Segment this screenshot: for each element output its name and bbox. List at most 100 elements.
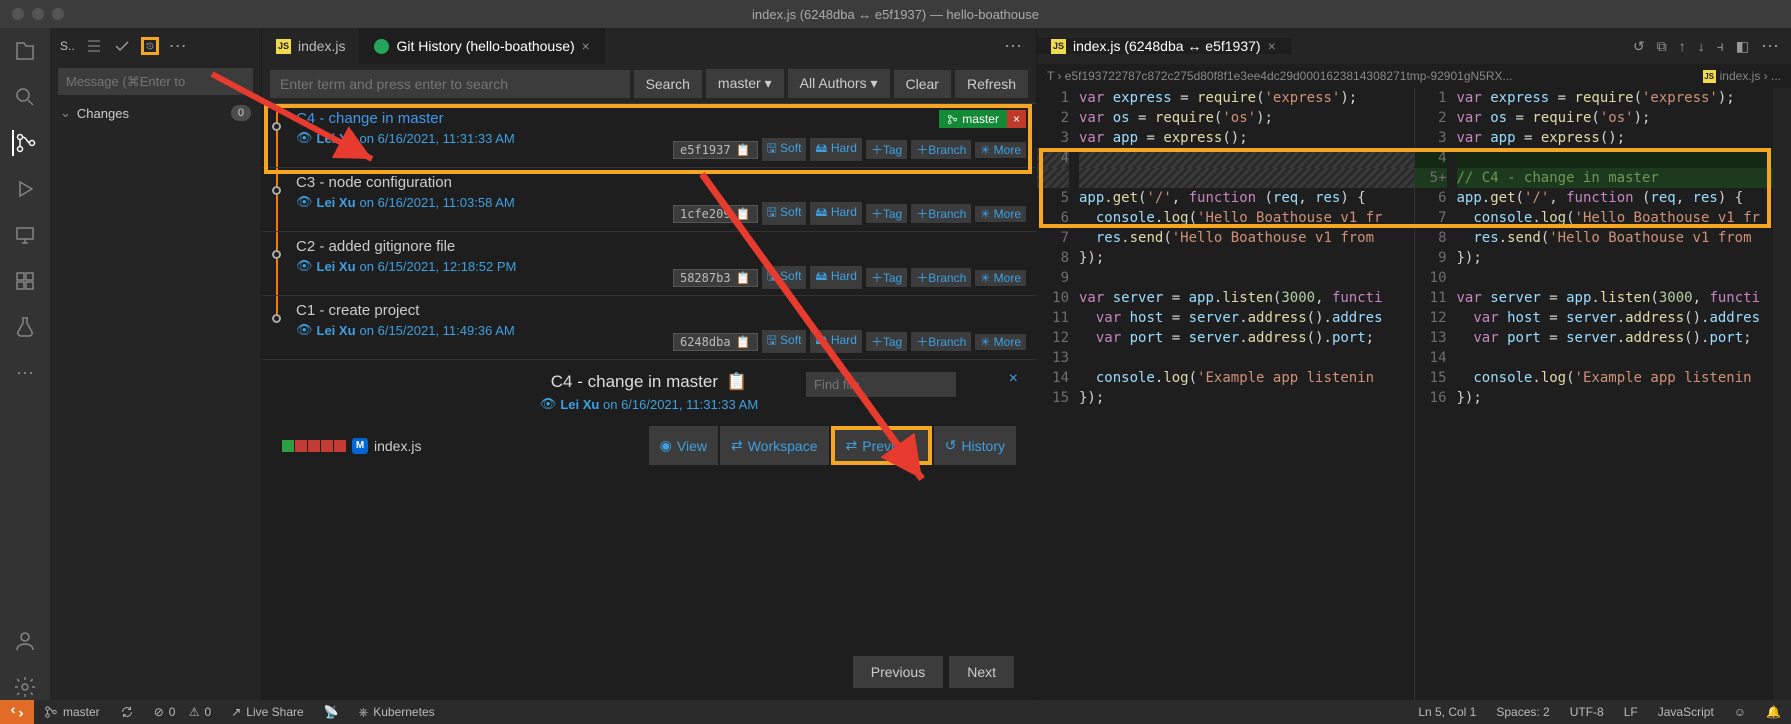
clipboard-icon[interactable]: 📋 xyxy=(736,271,751,285)
code-line[interactable] xyxy=(1079,348,1414,368)
code-line[interactable]: var host = server.address().addres xyxy=(1079,308,1414,328)
commit-message-input[interactable] xyxy=(58,68,253,95)
close-dot-icon[interactable] xyxy=(12,8,24,20)
editor-more-icon[interactable] xyxy=(1004,36,1022,57)
hard-reset-button[interactable]: 🖴 Hard xyxy=(810,330,861,353)
branch-button[interactable]: ＋Branch xyxy=(911,268,971,287)
tag-button[interactable]: ＋Tag xyxy=(866,332,907,351)
code-line[interactable] xyxy=(1457,348,1791,368)
code-line[interactable] xyxy=(1457,148,1791,168)
code-line[interactable]: console.log('Example app listenin xyxy=(1457,368,1791,388)
history-button[interactable]: ↺History xyxy=(934,426,1016,465)
commit-hash[interactable]: 1cfe209 📋 xyxy=(673,205,758,223)
tag-button[interactable]: ＋Tag xyxy=(866,204,907,223)
code-line[interactable]: var express = require('express'); xyxy=(1457,88,1791,108)
live-share-status[interactable]: ↗Live Share xyxy=(221,700,313,724)
activity-more-icon[interactable] xyxy=(12,360,38,386)
branch-status[interactable]: master xyxy=(34,700,110,724)
code-line[interactable]: var server = app.listen(3000, functi xyxy=(1457,288,1791,308)
clipboard-icon[interactable]: 📋 xyxy=(736,143,751,157)
testing-icon[interactable] xyxy=(12,314,38,340)
code-line[interactable]: }); xyxy=(1079,388,1414,408)
code-line[interactable]: }); xyxy=(1457,388,1791,408)
problems-status[interactable]: ⊘0 ⚠0 xyxy=(144,700,222,724)
commit-row[interactable]: C3 - node configuration 👁 Lei Xu on 6/16… xyxy=(262,168,1036,232)
soft-reset-button[interactable]: 🖫 Soft xyxy=(762,266,807,289)
eol-status[interactable]: LF xyxy=(1614,705,1648,719)
pager-prev-button[interactable]: Previous xyxy=(853,656,943,688)
previous-button[interactable]: ⇄Previous xyxy=(831,426,932,465)
code-line[interactable]: var server = app.listen(3000, functi xyxy=(1079,288,1414,308)
clipboard-icon[interactable]: 📋 xyxy=(726,372,747,392)
encoding-status[interactable]: UTF-8 xyxy=(1560,705,1614,719)
workspace-button[interactable]: ⇄Workspace xyxy=(720,426,829,465)
code-line[interactable]: var port = server.address().port; xyxy=(1079,328,1414,348)
soft-reset-button[interactable]: 🖫 Soft xyxy=(762,138,807,161)
code-line[interactable]: var os = require('os'); xyxy=(1079,108,1414,128)
more-button[interactable]: ✳ More xyxy=(975,270,1026,286)
commit-row[interactable]: C1 - create project 👁 Lei Xu on 6/15/202… xyxy=(262,296,1036,360)
code-line[interactable]: // C4 - change in master xyxy=(1457,168,1791,188)
remote-button[interactable] xyxy=(0,700,34,724)
close-icon[interactable]: × xyxy=(582,38,590,54)
cursor-position[interactable]: Ln 5, Col 1 xyxy=(1408,705,1486,719)
code-line[interactable]: }); xyxy=(1079,248,1414,268)
toggle-whitespace-icon[interactable]: ⫞ xyxy=(1717,38,1724,55)
language-status[interactable]: JavaScript xyxy=(1648,705,1724,719)
close-icon[interactable]: × xyxy=(1009,370,1018,388)
min-dot-icon[interactable] xyxy=(32,8,44,20)
view-button[interactable]: ◉View xyxy=(649,426,718,465)
max-dot-icon[interactable] xyxy=(52,8,64,20)
clipboard-icon[interactable]: 📋 xyxy=(736,207,751,221)
editor-more-icon[interactable] xyxy=(1761,36,1779,57)
find-file-input[interactable] xyxy=(806,372,956,397)
clipboard-icon[interactable]: 📋 xyxy=(736,335,751,349)
view-tree-icon[interactable] xyxy=(85,37,103,55)
author-filter-button[interactable]: All Authors ▾ xyxy=(788,69,890,98)
notifications-icon[interactable]: 🔔 xyxy=(1756,705,1791,719)
source-control-icon[interactable] xyxy=(12,130,38,156)
next-change-icon[interactable]: ↓ xyxy=(1698,38,1705,54)
commit-hash[interactable]: 58287b3 📋 xyxy=(673,269,758,287)
commit-row[interactable]: C2 - added gitignore file 👁 Lei Xu on 6/… xyxy=(262,232,1036,296)
more-button[interactable]: ✳ More xyxy=(975,206,1026,222)
soft-reset-button[interactable]: 🖫 Soft xyxy=(762,330,807,353)
code-line[interactable]: console.log('Hello Boathouse v1 fr xyxy=(1457,208,1791,228)
code-line[interactable]: app.get('/', function (req, res) { xyxy=(1457,188,1791,208)
hard-reset-button[interactable]: 🖴 Hard xyxy=(810,266,861,289)
commit-hash[interactable]: 6248dba 📋 xyxy=(673,333,758,351)
code-line[interactable] xyxy=(1079,148,1414,168)
more-button[interactable]: ✳ More xyxy=(975,142,1026,158)
code-line[interactable]: res.send('Hello Boathouse v1 from xyxy=(1079,228,1414,248)
check-icon[interactable] xyxy=(113,37,131,55)
scm-more-icon[interactable] xyxy=(169,37,187,55)
explorer-icon[interactable] xyxy=(12,38,38,64)
remote-explorer-icon[interactable] xyxy=(12,222,38,248)
kubernetes-status[interactable]: ⎈Kubernetes xyxy=(349,700,445,724)
minimap[interactable] xyxy=(1773,88,1791,700)
code-line[interactable]: var os = require('os'); xyxy=(1457,108,1791,128)
search-button[interactable]: Search xyxy=(634,70,702,98)
ports-status[interactable]: 📡 xyxy=(314,700,349,724)
changes-section[interactable]: ⌄ Changes 0 xyxy=(50,99,261,127)
open-file-icon[interactable]: ⧉ xyxy=(1657,38,1667,55)
tag-button[interactable]: ＋Tag xyxy=(866,268,907,287)
branch-button[interactable]: ＋Branch xyxy=(911,140,971,159)
tab-git-history[interactable]: Git History (hello-boathouse) × xyxy=(360,28,604,64)
branch-button[interactable]: ＋Branch xyxy=(911,332,971,351)
history-icon[interactable]: ↺ xyxy=(1633,38,1645,55)
tag-button[interactable]: ＋Tag xyxy=(866,140,907,159)
branch-chip[interactable]: master× xyxy=(939,110,1026,128)
run-debug-icon[interactable] xyxy=(12,176,38,202)
code-line[interactable]: console.log('Hello Boathouse v1 fr xyxy=(1079,208,1414,228)
window-traffic-lights[interactable] xyxy=(0,8,64,20)
close-icon[interactable]: × xyxy=(1268,38,1276,54)
gear-icon[interactable] xyxy=(12,674,38,700)
history-icon[interactable] xyxy=(141,37,159,55)
code-line[interactable]: var app = express(); xyxy=(1457,128,1791,148)
split-editor-icon[interactable]: ◧ xyxy=(1736,38,1749,55)
branch-filter-button[interactable]: master ▾ xyxy=(706,69,784,98)
clear-button[interactable]: Clear xyxy=(894,70,951,98)
branch-button[interactable]: ＋Branch xyxy=(911,204,971,223)
soft-reset-button[interactable]: 🖫 Soft xyxy=(762,202,807,225)
